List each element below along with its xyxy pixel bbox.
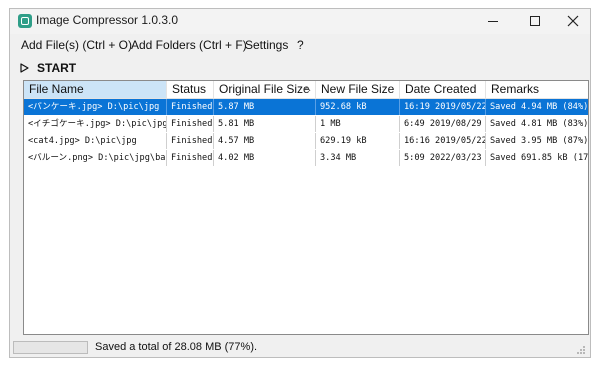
app-window: Image Compressor 1.0.3.0 Add File(s) (Ct… (9, 8, 591, 358)
progress-bar (13, 341, 88, 354)
cell-new-size: 952.68 kB (316, 99, 400, 115)
column-header-label: Original File Size (219, 82, 310, 96)
cell-date: 5:09 2022/03/23 (400, 150, 486, 166)
menu-settings[interactable]: Settings (245, 38, 288, 52)
status-bar: Saved a total of 28.08 MB (77%). (10, 338, 590, 357)
resize-grip-icon[interactable] (576, 345, 586, 355)
close-button[interactable] (553, 9, 590, 34)
toolbar: START (10, 58, 590, 78)
cell-status: Finished (167, 150, 214, 166)
column-header-new-size[interactable]: New File Size (316, 81, 400, 99)
cell-date: 16:19 2019/05/22 (400, 99, 486, 115)
minimize-button[interactable] (473, 9, 513, 34)
start-button[interactable]: START (20, 59, 76, 77)
play-outline-icon (20, 63, 29, 73)
cell-status: Finished (167, 116, 214, 132)
table-row[interactable]: <パンケーキ.jpg> D:\pic\jpg Finished 5.87 MB … (24, 99, 588, 115)
cell-original-size: 4.02 MB (214, 150, 316, 166)
cell-date: 6:49 2019/08/29 (400, 116, 486, 132)
cell-remarks: Saved 691.85 kB (17%) (490, 153, 589, 163)
sort-ascending-icon (303, 86, 311, 92)
cell-new-size: 629.19 kB (316, 133, 400, 149)
menu-add-folders[interactable]: Add Folders (Ctrl + F) (131, 38, 247, 52)
column-header-status[interactable]: Status (167, 81, 214, 99)
menu-bar: Add File(s) (Ctrl + O) Add Folders (Ctrl… (10, 36, 590, 56)
close-icon (567, 15, 579, 27)
column-header-label: Status (172, 82, 207, 96)
table-row[interactable]: <イチゴケーキ.jpg> D:\pic\jpg Finished 5.81 MB… (24, 116, 588, 132)
cell-remarks: Saved 3.95 MB (87%) (490, 136, 589, 146)
menu-help[interactable]: ? (297, 38, 304, 52)
cell-original-size: 5.81 MB (214, 116, 316, 132)
table-row[interactable]: <cat4.jpg> D:\pic\jpg Finished 4.57 MB 6… (24, 133, 588, 149)
column-header-original-size[interactable]: Original File Size (214, 81, 316, 99)
cell-status: Finished (167, 99, 214, 115)
cell-original-size: 5.87 MB (214, 99, 316, 115)
cell-remarks: Saved 4.94 MB (84%) (490, 102, 589, 112)
cell-file: <バルーン.png> D:\pic\jpg\ba... (24, 150, 167, 166)
cell-remarks: Saved 4.81 MB (83%) (490, 119, 589, 129)
column-header-label: Remarks (491, 82, 540, 96)
column-header-label: New File Size (321, 82, 395, 96)
column-header-date-created[interactable]: Date Created (400, 81, 486, 99)
maximize-button[interactable] (515, 9, 555, 34)
start-label: START (37, 61, 77, 75)
title-bar[interactable]: Image Compressor 1.0.3.0 (10, 9, 590, 34)
cell-file: <パンケーキ.jpg> D:\pic\jpg (24, 99, 167, 115)
cell-new-size: 1 MB (316, 116, 400, 132)
app-icon (18, 14, 32, 28)
status-text: Saved a total of 28.08 MB (77%). (95, 341, 258, 353)
column-header-file-name[interactable]: File Name (24, 81, 167, 99)
cell-file: <cat4.jpg> D:\pic\jpg (24, 133, 167, 149)
column-header-label: Date Created (405, 82, 477, 96)
column-header-label: File Name (29, 82, 84, 96)
cell-new-size: 3.34 MB (316, 150, 400, 166)
cell-file: <イチゴケーキ.jpg> D:\pic\jpg (24, 116, 167, 132)
file-list[interactable]: File Name Status Original File Size New … (23, 80, 589, 335)
window-title: Image Compressor 1.0.3.0 (36, 13, 179, 27)
column-header-remarks[interactable]: Remarks (486, 81, 588, 99)
cell-original-size: 4.57 MB (214, 133, 316, 149)
cell-status: Finished (167, 133, 214, 149)
menu-add-files[interactable]: Add File(s) (Ctrl + O) (21, 38, 132, 52)
table-row[interactable]: <バルーン.png> D:\pic\jpg\ba... Finished 4.0… (24, 150, 588, 166)
cell-date: 16:16 2019/05/22 (400, 133, 486, 149)
